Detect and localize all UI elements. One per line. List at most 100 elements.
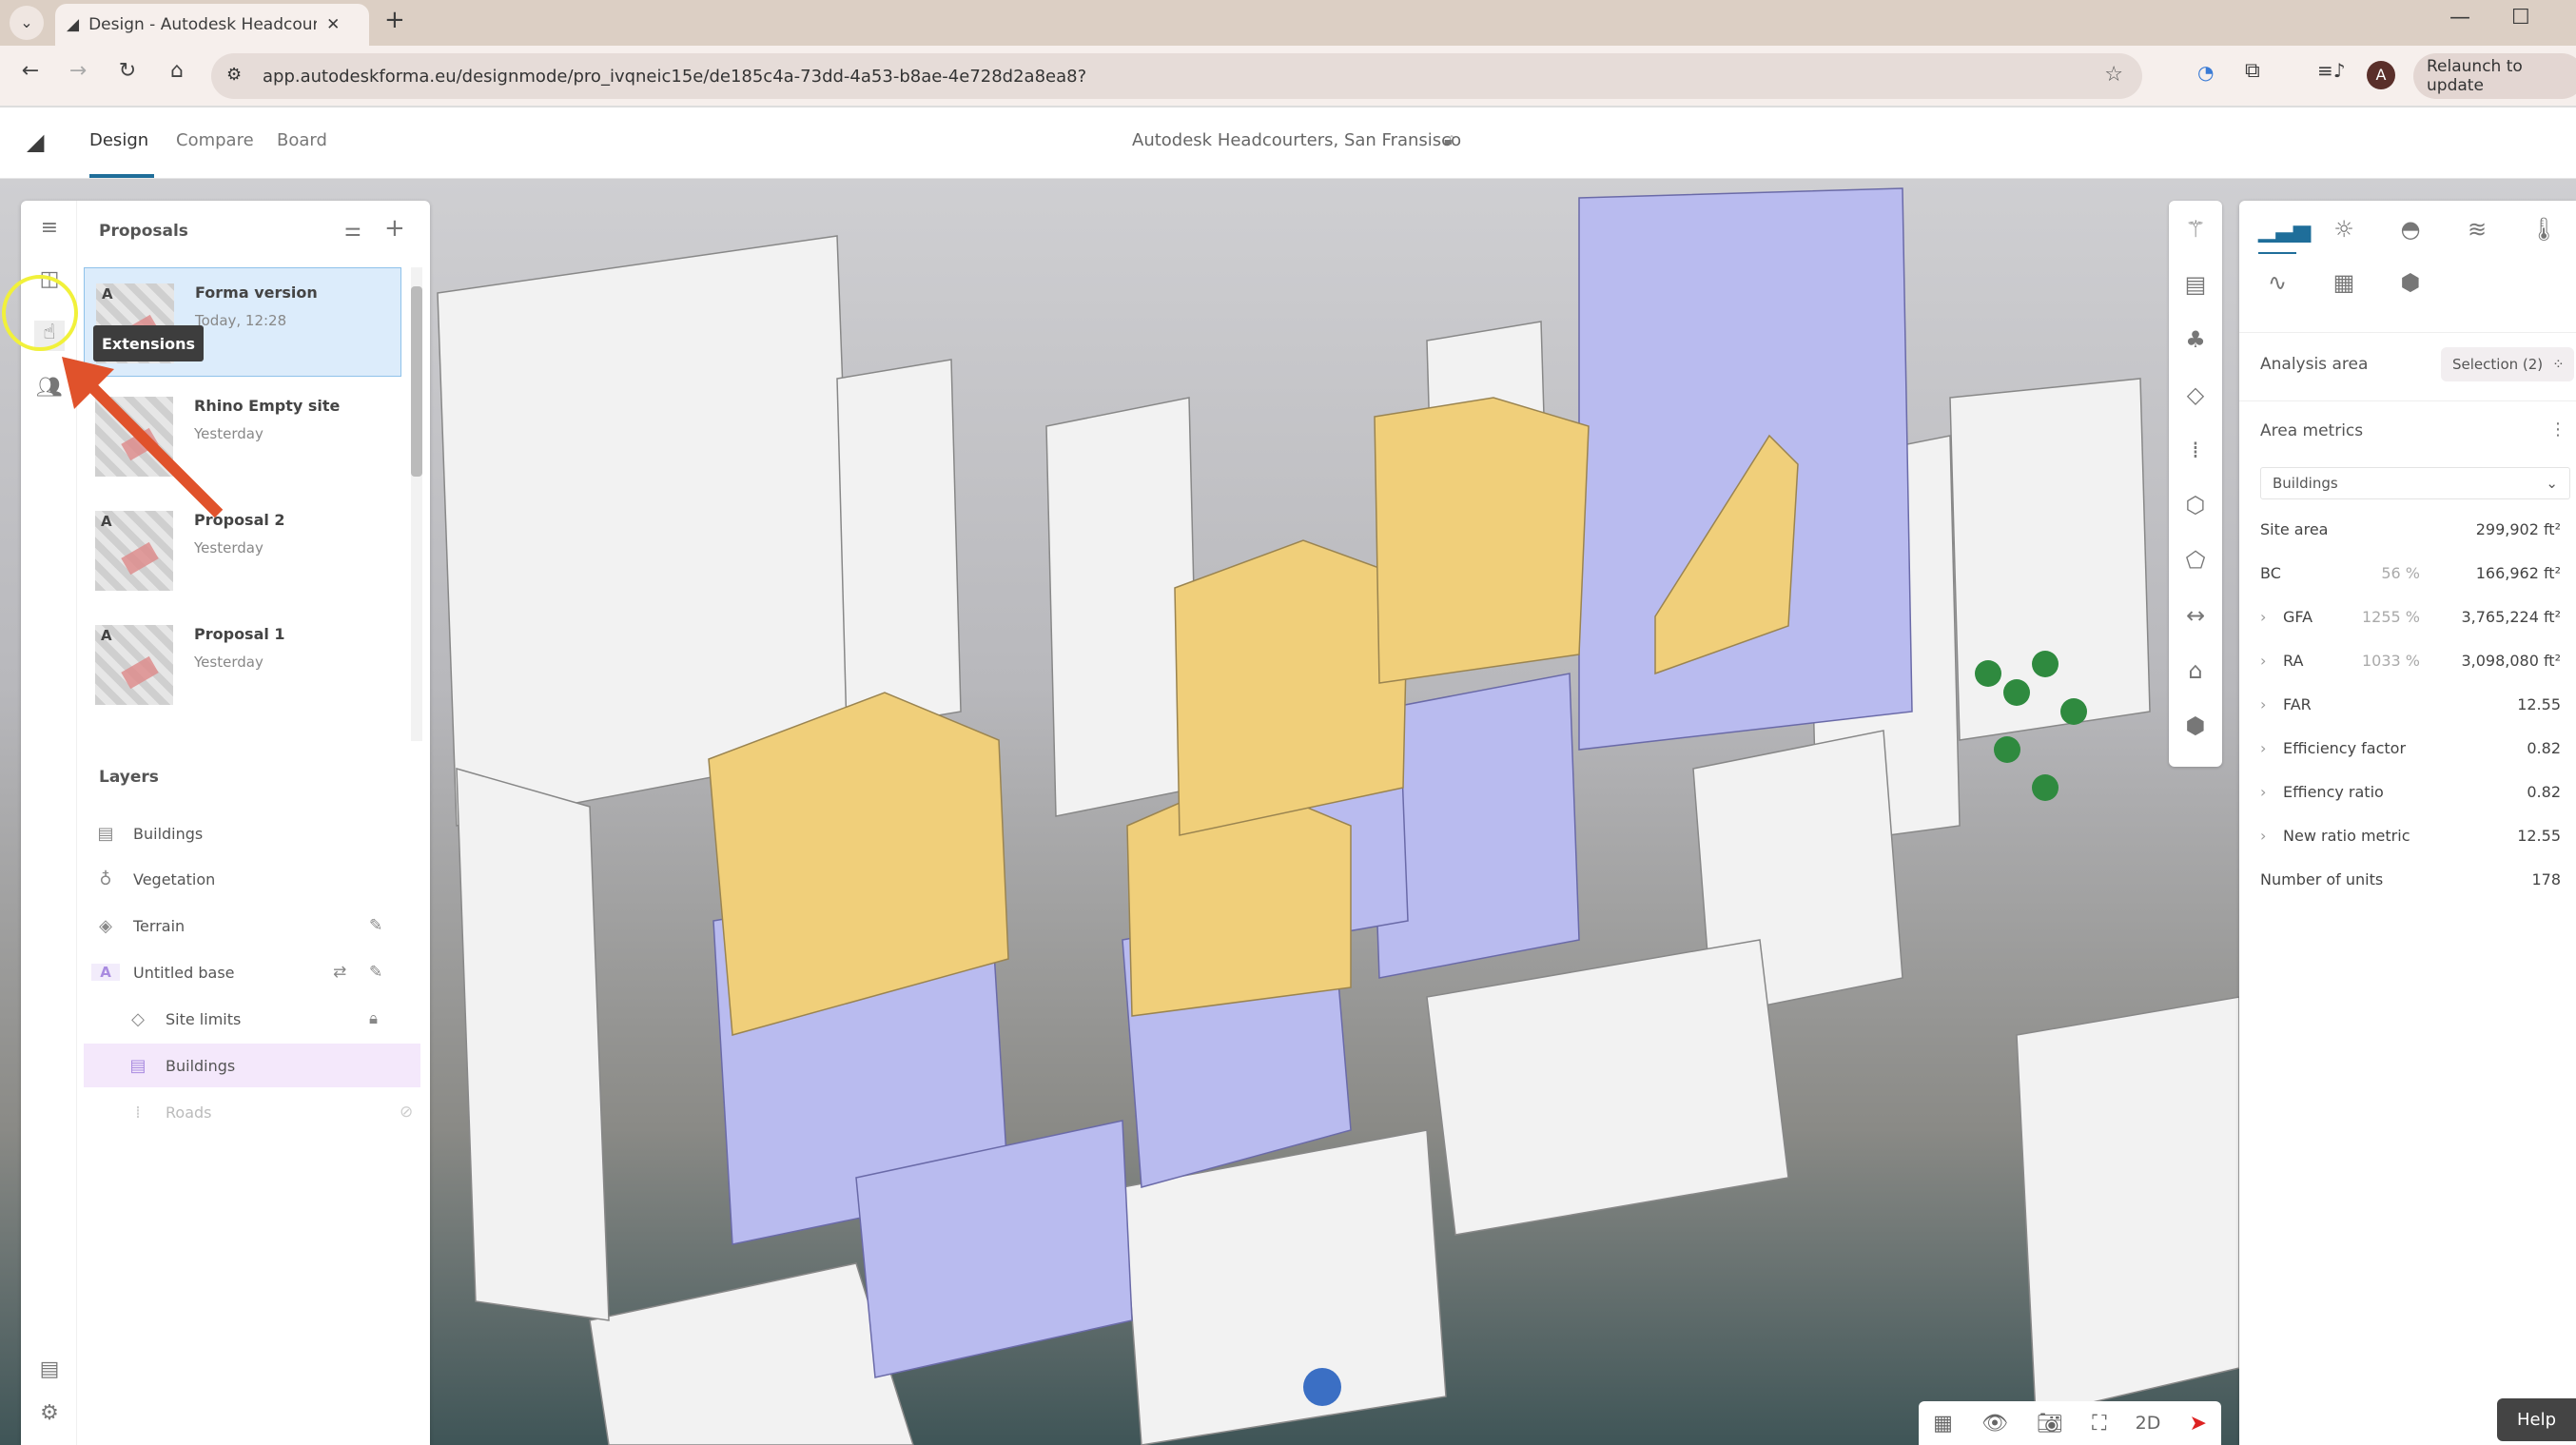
menu-icon[interactable]: ≡ [34,216,65,246]
proposal-name: Proposal 1 [194,625,285,643]
metric-row-expandable[interactable]: › FAR 12.55 [2260,684,2561,728]
layer-site-limits[interactable]: ◇ Site limits 🔒︎ [84,997,411,1041]
context-building [456,767,610,1321]
selection-button[interactable]: Selection (2) ⁘ [2441,347,2574,381]
bookmark-star-icon[interactable]: ☆ [2104,63,2123,87]
road-tool-icon[interactable]: ⁞ [2176,437,2215,475]
area-metrics-chart-icon[interactable]: ▁▃▅ [2258,216,2311,254]
layer-label: Untitled base [133,963,235,982]
project-title: Autodesk Headcourters, San Fransisco [1132,130,1462,150]
proposal-date: Yesterday [194,654,263,671]
back-icon[interactable]: ← [13,59,48,83]
metric-row-expandable[interactable]: › RA 1033 % 3,098,080 ft² [2260,640,2561,684]
app-header: ◢ Design Compare Board Autodesk Headcour… [0,107,2576,179]
sun-icon[interactable]: ☼ [2325,216,2363,254]
focus-icon[interactable]: ⛶ [2092,1412,2106,1435]
thermometer-icon[interactable]: 🌡︎ [2525,216,2563,254]
wind-icon[interactable]: ≋ [2458,216,2496,254]
metric-row: BC 56 % 166,962 ft² [2260,564,2561,582]
edit-pencil-icon[interactable]: ✎ [369,963,382,982]
roads-icon: ⁞ [135,1102,141,1123]
layer-terrain[interactable]: ◈ Terrain ✎ [84,904,411,947]
edit-pencil-icon[interactable]: ✎ [369,916,382,935]
more-options-icon[interactable]: ⋮ [2549,420,2566,439]
password-manager-icon[interactable]: ◔ [2197,61,2214,84]
layer-buildings[interactable]: ▤ Buildings [84,811,411,855]
add-proposal-icon[interactable]: + [384,214,405,243]
tab-compare[interactable]: Compare [176,130,254,150]
vegetation-tool-icon[interactable]: ♣ [2176,326,2215,364]
metric-row-expandable[interactable]: › Efficiency factor 0.82 [2260,728,2561,771]
forma-logo-icon[interactable]: ◢ [27,128,44,155]
magic-wand-icon[interactable]: ⚚ [2176,216,2215,254]
context-building [589,1262,914,1445]
swap-icon[interactable]: ⇄ [333,963,346,982]
2d-toggle[interactable]: 2D [2136,1413,2161,1434]
layer-buildings-base[interactable]: ▤ Buildings [84,1044,420,1087]
site-settings-icon[interactable]: ⚙ [226,65,242,85]
browser-tab-bar: ⌄ ◢ Design - Autodesk Headcourters ✕ + —… [0,0,2576,46]
reload-icon[interactable]: ↻ [110,59,145,83]
box-tool-icon[interactable]: ⬡ [2176,492,2215,530]
context-building [836,359,962,732]
cursor-highlight [2,275,78,351]
shape-tool-icon[interactable]: ⬠ [2176,547,2215,585]
relaunch-button[interactable]: Relaunch to update [2413,53,2576,99]
floor-plan-icon[interactable]: ▦ [1933,1412,1953,1435]
metrics-dropdown[interactable]: Buildings ⌄ [2260,467,2570,499]
tab-search-chevron-icon[interactable]: ⌄ [10,6,44,40]
tab-design[interactable]: Design [89,130,148,150]
media-playlist-icon[interactable]: ≡♪ [2317,59,2346,82]
site-limits-icon: ◇ [131,1008,145,1029]
metric-row-expandable[interactable]: › GFA 1255 % 3,765,224 ft² [2260,596,2561,640]
components-icon[interactable]: ⬢ [2176,713,2215,751]
address-row: ← → ↻ ⌂ ⚙ app.autodeskforma.eu/designmod… [0,46,2576,107]
noise-wave-icon[interactable]: ∿ [2258,269,2296,307]
divider [2239,400,2576,401]
daylight-dome-icon[interactable]: ◓ [2391,216,2430,254]
solar-panel-icon[interactable]: ▦ [2325,269,2363,307]
layer-untitled-base[interactable]: A Untitled base ⇄ ✎ [84,950,411,994]
tag-icon[interactable]: ⌂ [2176,657,2215,695]
tab-title: Design - Autodesk Headcourters [88,15,318,34]
dropdown-value: Buildings [2273,475,2338,492]
address-bar[interactable]: ⚙ app.autodeskforma.eu/designmode/pro_iv… [211,53,2142,99]
list-icon[interactable]: ▤ [34,1357,65,1388]
view-toolbar: ▦ 👁︎ 📷︎ ⛶ 2D ➤ [1919,1401,2221,1445]
proposals-scrollbar[interactable] [411,267,422,741]
tab-board[interactable]: Board [277,130,327,150]
cubes-icon[interactable]: ⬢ [2391,269,2430,307]
layer-roads[interactable]: ⁞ Roads ⊘ [84,1090,413,1134]
zone-tool-icon[interactable]: ◇ [2176,381,2215,420]
close-tab-icon[interactable]: ✕ [326,15,340,34]
proposal-thumbnail: A [95,625,173,705]
camera-icon[interactable]: 📷︎ [2037,1412,2063,1435]
new-tab-icon[interactable]: + [384,6,405,34]
building-tool-icon[interactable]: ▤ [2176,271,2215,309]
tree-icon: ♁ [99,869,112,889]
forward-icon[interactable]: → [61,59,95,83]
maximize-icon[interactable]: ☐ [2511,6,2530,29]
proposed-tower-blue [1578,187,1913,751]
metric-row-expandable[interactable]: › Effiency ratio 0.82 [2260,771,2561,815]
compass-icon[interactable]: ➤ [2189,1412,2206,1435]
unlock-icon[interactable]: 🔓︎ [1444,130,1454,149]
hidden-eye-icon[interactable]: ⊘ [400,1103,413,1122]
browser-tab[interactable]: ◢ Design - Autodesk Headcourters ✕ [55,4,369,46]
measure-icon[interactable]: ↔ [2176,602,2215,640]
analysis-panel: ▁▃▅ ☼ ◓ ≋ 🌡︎ ∿ ▦ ⬢ Analysis area Selecti… [2239,201,2576,1445]
divider [2239,332,2576,333]
proposal-item[interactable]: A Proposal 1 Yesterday [84,610,401,719]
settings-gear-icon[interactable]: ⚙ [34,1401,65,1432]
lock-icon[interactable]: 🔒︎ [369,1009,378,1028]
home-icon[interactable]: ⌂ [160,59,194,83]
layer-vegetation[interactable]: ♁ Vegetation [84,857,411,901]
extensions-puzzle-icon[interactable]: ⧉ [2245,59,2260,83]
minimize-icon[interactable]: — [2449,6,2470,29]
profile-avatar[interactable]: A [2367,61,2395,89]
help-button[interactable]: Help [2497,1398,2576,1441]
filter-sliders-icon[interactable]: ⚌ [344,218,361,241]
selection-grid-icon: ⁘ [2552,356,2565,373]
visibility-eye-icon[interactable]: 👁︎ [1981,1412,2008,1435]
metric-row-expandable[interactable]: › New ratio metric 12.55 [2260,815,2561,859]
